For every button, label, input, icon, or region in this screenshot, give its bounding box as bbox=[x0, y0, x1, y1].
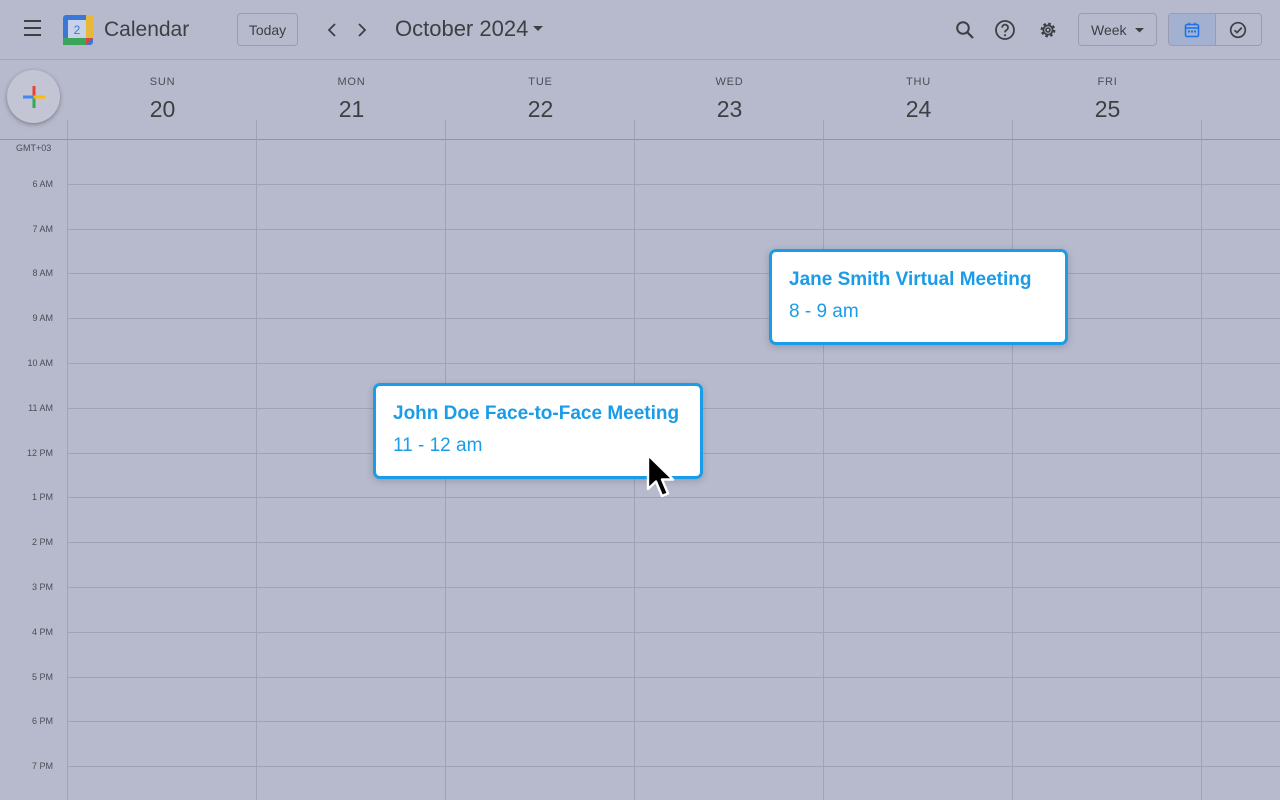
event-time: 11 - 12 am bbox=[393, 435, 483, 456]
event-time: 8 - 9 am bbox=[789, 301, 859, 322]
hour-label: 6 PM bbox=[31, 716, 53, 726]
mouse-pointer-icon bbox=[646, 453, 675, 498]
hour-line bbox=[67, 587, 1280, 588]
svg-text:2: 2 bbox=[74, 23, 81, 37]
hour-label: 5 PM bbox=[31, 672, 53, 682]
top-app-bar: 2 Calendar Today October 2024 Week bbox=[0, 0, 1280, 60]
day-name: WED bbox=[715, 76, 744, 88]
day-number[interactable]: 23 bbox=[635, 96, 824, 123]
hour-line bbox=[67, 273, 1280, 274]
today-button[interactable]: Today bbox=[237, 13, 298, 46]
hour-label: 8 AM bbox=[32, 268, 53, 278]
plus-icon bbox=[22, 85, 45, 108]
day-number[interactable]: 22 bbox=[446, 96, 635, 123]
current-date-range[interactable]: October 2024 bbox=[395, 16, 528, 42]
hour-label: 10 AM bbox=[27, 358, 53, 368]
day-name: FRI bbox=[1097, 76, 1118, 88]
hour-label: 1 PM bbox=[31, 492, 53, 502]
task-check-icon bbox=[1230, 21, 1247, 38]
day-name: TUE bbox=[528, 76, 553, 88]
chevron-left-icon bbox=[327, 23, 336, 37]
caret-down-icon bbox=[1135, 28, 1144, 33]
hour-label: 11 AM bbox=[28, 403, 53, 413]
hour-line bbox=[67, 318, 1280, 319]
app-title: Calendar bbox=[104, 18, 190, 41]
event-card-jane-smith[interactable]: Jane Smith Virtual Meeting 8 - 9 am bbox=[769, 249, 1068, 345]
previous-week-button[interactable] bbox=[320, 18, 344, 42]
day-number[interactable]: 20 bbox=[68, 96, 257, 123]
main-menu-icon[interactable] bbox=[22, 20, 44, 40]
hour-line bbox=[67, 184, 1280, 185]
calendar-logo: 2 bbox=[63, 15, 93, 45]
day-column-divider bbox=[256, 120, 257, 800]
calendar-view-button[interactable] bbox=[1169, 14, 1215, 45]
hour-label: 12 PM bbox=[26, 448, 53, 458]
chevron-right-icon bbox=[358, 23, 367, 37]
hour-line bbox=[67, 632, 1280, 633]
hour-label: 3 PM bbox=[31, 582, 53, 592]
calendar-tasks-toggle bbox=[1168, 13, 1262, 46]
day-header-sun[interactable]: SUN 20 bbox=[68, 76, 257, 123]
search-button[interactable] bbox=[953, 18, 977, 42]
hour-label: 9 AM bbox=[32, 313, 53, 323]
view-selector[interactable]: Week bbox=[1078, 13, 1157, 46]
day-name: MON bbox=[337, 76, 366, 88]
hour-line bbox=[67, 766, 1280, 767]
calendar-icon bbox=[1184, 22, 1200, 37]
hour-line bbox=[67, 677, 1280, 678]
timezone-label: GMT+03 bbox=[16, 143, 52, 153]
day-column-divider bbox=[67, 120, 68, 800]
hour-line bbox=[67, 363, 1280, 364]
day-name: THU bbox=[905, 76, 931, 88]
day-header-mon[interactable]: MON 21 bbox=[257, 76, 446, 123]
hour-label: 6 AM bbox=[32, 179, 53, 189]
search-icon bbox=[956, 21, 974, 39]
hour-label: 7 PM bbox=[31, 761, 53, 771]
help-button[interactable] bbox=[993, 18, 1017, 42]
day-header-fri[interactable]: FRI 25 bbox=[1013, 76, 1202, 123]
create-event-button[interactable] bbox=[7, 70, 60, 123]
tasks-view-button[interactable] bbox=[1214, 14, 1261, 45]
hour-label: 2 PM bbox=[31, 537, 53, 547]
day-number[interactable]: 24 bbox=[824, 96, 1013, 123]
gear-icon bbox=[1040, 22, 1056, 38]
day-column-divider bbox=[1201, 120, 1202, 800]
next-week-button[interactable] bbox=[350, 18, 374, 42]
caret-down-icon[interactable] bbox=[533, 26, 543, 32]
day-number[interactable]: 21 bbox=[257, 96, 446, 123]
day-column-divider bbox=[823, 120, 824, 800]
day-name: SUN bbox=[149, 76, 176, 88]
day-header-wed[interactable]: WED 23 bbox=[635, 76, 824, 123]
help-icon bbox=[995, 20, 1015, 40]
day-column-divider bbox=[1012, 120, 1013, 800]
day-number[interactable]: 25 bbox=[1013, 96, 1202, 123]
hour-line bbox=[67, 542, 1280, 543]
view-selector-label: Week bbox=[1091, 21, 1127, 38]
day-header-tue[interactable]: TUE 22 bbox=[446, 76, 635, 123]
event-title: Jane Smith Virtual Meeting bbox=[789, 269, 1032, 290]
event-title: John Doe Face-to-Face Meeting bbox=[393, 403, 680, 424]
hour-line bbox=[67, 721, 1280, 722]
settings-button[interactable] bbox=[1036, 18, 1060, 42]
header-divider bbox=[0, 139, 1280, 140]
hour-label: 4 PM bbox=[31, 627, 53, 637]
hour-label: 7 AM bbox=[32, 224, 53, 234]
hour-line bbox=[67, 229, 1280, 230]
day-header-thu[interactable]: THU 24 bbox=[824, 76, 1013, 123]
